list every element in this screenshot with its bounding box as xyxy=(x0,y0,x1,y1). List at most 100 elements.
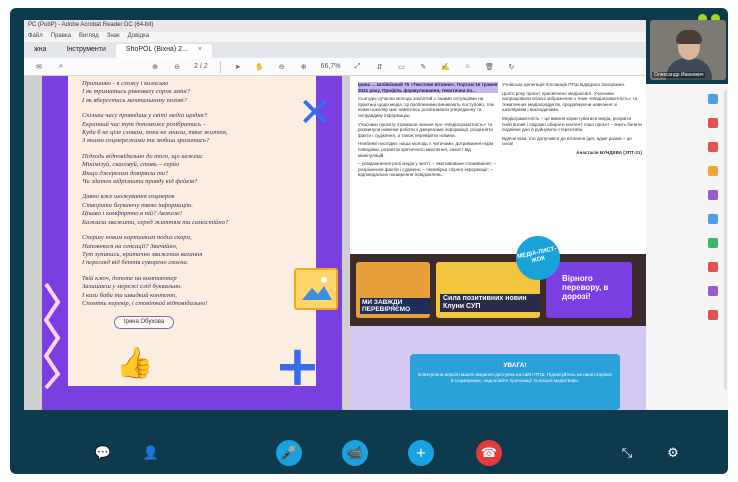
tab-document-label: ShоPOL (Віхна) 2... xyxy=(125,46,188,53)
zoom-in-icon[interactable]: ⊕ xyxy=(299,61,309,73)
hand-tool-icon[interactable]: ✋ xyxy=(255,61,265,73)
poem-line: Бажаєш зважити, серед життям ти самостій… xyxy=(82,218,229,226)
highlight-pen-icon[interactable]: ✎ xyxy=(418,61,428,73)
participant-hair xyxy=(676,30,702,44)
article-paragraph: Медіаграмотність – це вміння користувати… xyxy=(502,115,642,133)
settings-gear-icon[interactable]: ⚙ xyxy=(660,440,686,466)
previous-page-icon[interactable]: ⊕ xyxy=(150,61,160,73)
poem-line: Наповнюся на сенсації? Звичайно, xyxy=(82,242,178,250)
minimize-icon[interactable]: ⤡ xyxy=(614,440,640,466)
comment-icon[interactable]: ▭ xyxy=(396,61,406,73)
sign-icon[interactable]: ✍ xyxy=(440,61,450,73)
select-cursor-icon[interactable]: ➤ xyxy=(233,61,243,73)
tool-icon[interactable] xyxy=(708,94,718,104)
microphone-icon[interactable]: 🎤 xyxy=(276,440,302,466)
poem-stanza: Твій ключ, допоте на компюютер Залишаєш … xyxy=(82,275,292,309)
poem-line: І як триматись рівновагу сорок зміні? xyxy=(82,88,191,96)
banner-card: МИ ЗАВЖДИ ПЕРЕВІРЯЄМО xyxy=(356,262,430,318)
notice-title: УВАГА! xyxy=(503,362,527,369)
plus-icon[interactable]: + xyxy=(408,440,434,466)
hang-up-icon[interactable]: ☎ xyxy=(476,440,502,466)
poem-line: І коли баби ти швидкий контент, xyxy=(82,291,177,299)
article-paragraph: Неабиякі наслідки: наша молодь є читачам… xyxy=(358,141,494,158)
poem-line: Залишаєш у мережі слід буквально. xyxy=(82,283,182,291)
tool-icon[interactable] xyxy=(708,166,718,176)
search-icon[interactable]: ⌕ xyxy=(56,61,66,73)
article-column-left: Ірина ... Шлійкієвий 75 «Текстове вітанн… xyxy=(358,82,498,181)
menu-item-sign[interactable]: Знак xyxy=(107,33,120,41)
poem-line: Тут зупинись, критично зважения вагання xyxy=(82,250,203,258)
mail-icon[interactable]: ✉ xyxy=(34,61,44,73)
viewer-right-panel xyxy=(646,84,728,410)
article-paragraph: Сьогодні сучасна молодь заклятий з таким… xyxy=(358,96,494,118)
poem-line: Скільки часу проводиш у світі медіа щодн… xyxy=(82,112,208,120)
poem-line: Твій ключ, допоте на компюютер xyxy=(82,274,177,282)
participant-video-tile[interactable]: Олександр Иванович xyxy=(650,20,726,80)
image-placeholder-icon xyxy=(294,268,338,310)
tab-home[interactable]: жна xyxy=(24,42,56,58)
viewer-tab-bar: жна Інструменти ShоPOL (Віхна) 2... × xyxy=(24,42,646,58)
stamp-icon[interactable]: ⌂ xyxy=(462,61,472,73)
page-indicator[interactable]: 2 / 2 xyxy=(194,61,208,73)
tool-icon[interactable] xyxy=(708,118,718,128)
call-control-bar: 💬 👤 🎤 📹 + ☎ ⤡ ⚙ xyxy=(10,428,728,474)
close-tab-icon[interactable]: × xyxy=(198,46,202,53)
article-headline: Ірина ... Шлійкієвий 75 «Текстове вітанн… xyxy=(358,82,498,94)
poem-line: Припиняю - я схожу і колосько xyxy=(82,80,169,87)
article-column-right: Учнівська делегація посланців ПТШ відвід… xyxy=(502,82,642,159)
poem-line: Якщо джерелам довіряєш ти? xyxy=(82,169,169,177)
poem-stanza: Спершу новим картинкам подиз скоро, Напо… xyxy=(82,234,292,268)
poem-line: Чи здатен відрізнити правду від фейків? xyxy=(82,178,198,186)
tool-icon[interactable] xyxy=(708,214,718,224)
menu-item-view[interactable]: Вигляд xyxy=(79,33,99,41)
poem-stanza: Скільки часу проводиш у світі медіа щодн… xyxy=(82,112,292,146)
banner-card: Вірного перевору, в дорозі! xyxy=(546,262,632,318)
poem-author: Ірина Обухова xyxy=(114,316,174,329)
video-call-window: PC (PubP) - Adobe Acrobat Reader DC (64-… xyxy=(10,8,728,474)
menu-item-edit[interactable]: Правка xyxy=(51,33,71,41)
toolbar-divider xyxy=(219,60,221,73)
document-area[interactable]: Припиняю - я схожу і колосько І як трима… xyxy=(24,76,646,410)
tool-icon[interactable] xyxy=(708,286,718,296)
tool-icon[interactable] xyxy=(708,190,718,200)
viewer-toolbar: ✉ ⌕ ⊕ ⊖ 2 / 2 ➤ ✋ ⊖ ⊕ 66,7% ⤢ ⇵ ▭ ✎ ✍ ⌂ … xyxy=(24,58,646,76)
article-page: Ірина ... Шлійкієвий 75 «Текстове вітанн… xyxy=(350,76,646,410)
next-page-icon[interactable]: ⊖ xyxy=(172,61,182,73)
menu-item-file[interactable]: Файл xyxy=(28,33,43,41)
tool-icon[interactable] xyxy=(708,262,718,272)
rotate-icon[interactable]: ↻ xyxy=(506,61,516,73)
tab-document[interactable]: ShоPOL (Віхна) 2... × xyxy=(115,44,212,58)
tab-tools[interactable]: Інструменти xyxy=(56,42,115,58)
chat-icon[interactable]: 💬 xyxy=(90,440,116,466)
banner-card-label: Вірного перевору, в дорозі! xyxy=(562,274,609,301)
delete-icon[interactable]: 🗑 xyxy=(484,61,494,73)
video-camera-icon[interactable]: 📹 xyxy=(342,440,368,466)
shared-screen: PC (PubP) - Adobe Acrobat Reader DC (64-… xyxy=(24,20,646,410)
decorative-plus-icon: + xyxy=(274,334,321,399)
tool-icon[interactable] xyxy=(708,310,718,320)
vertical-scrollbar[interactable] xyxy=(724,90,727,390)
poem-text: Припиняю - я схожу і колосько І як трима… xyxy=(82,80,292,315)
tool-icon[interactable] xyxy=(708,142,718,152)
poem-page: Припиняю - я схожу і колосько І як трима… xyxy=(42,76,342,410)
poem-line: Споміть перевір, і стовіткой відповідаль… xyxy=(82,299,208,307)
decorative-cross-icon: ✕ xyxy=(298,90,332,136)
zoom-out-icon[interactable]: ⊖ xyxy=(277,61,287,73)
poem-line: Створити блукаючу твою інформацію. xyxy=(82,201,194,209)
poem-stanza: Підходь відповідально до того, що кажеш:… xyxy=(82,153,292,187)
banner-card-label: МИ ЗАВЖДИ ПЕРЕВІРЯЄМО xyxy=(360,298,430,314)
poem-line: Екранний час тут допоможе розібратись – xyxy=(82,120,207,128)
banner-card-label: Сила позитивних новин Клуни СУП xyxy=(440,294,540,312)
poem-stanza: Припиняю - я схожу і колосько І як трима… xyxy=(82,80,292,105)
tool-icon[interactable] xyxy=(708,238,718,248)
news-banner: МИ ЗАВЖДИ ПЕРЕВІРЯЄМО Сила позитивних но… xyxy=(350,254,646,326)
article-paragraph: Вдячні всім, хто долучився до втілення і… xyxy=(502,135,632,147)
poem-line: І перегляд від бентів суворено скоєна. xyxy=(82,259,189,267)
menu-item-help[interactable]: Довідка xyxy=(128,33,150,41)
article-paragraph: Цього року проєкт присвячено медіаосвіті… xyxy=(502,90,638,113)
fit-page-icon[interactable]: ⤢ xyxy=(352,61,362,73)
add-person-icon[interactable]: 👤 xyxy=(138,440,164,466)
zoom-level[interactable]: 66,7% xyxy=(321,61,341,73)
thumbs-up-icon: 👍 xyxy=(116,347,154,380)
scroll-mode-icon[interactable]: ⇵ xyxy=(374,61,384,73)
